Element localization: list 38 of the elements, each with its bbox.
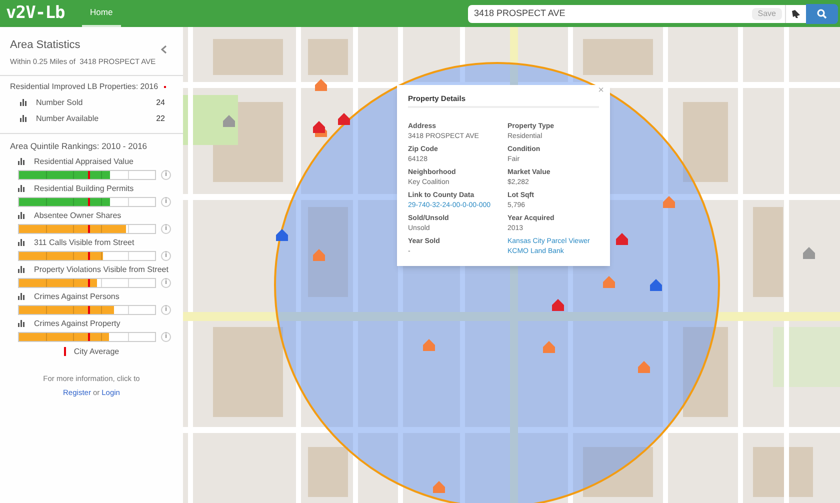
bar-chart-icon	[18, 185, 25, 192]
ranking-label: Property Violations Visible from Street	[34, 264, 168, 276]
bar-chart-icon	[18, 293, 25, 300]
search-field[interactable]: 3418 PROSPECT AVE Save	[468, 4, 838, 22]
city-average-marker	[64, 347, 66, 356]
collapse-icon[interactable]	[161, 45, 167, 54]
city-average-marker	[88, 306, 90, 314]
ranking-label: Crimes Against Property	[34, 318, 120, 330]
bar-chart-icon	[18, 320, 25, 327]
ranking-label: Absentee Owner Shares	[34, 210, 122, 222]
search-icon	[817, 8, 827, 18]
section-heading: Area Quintile Rankings: 2010 - 2016	[10, 140, 148, 152]
ranking-label: 311 Calls Visible from Street	[34, 236, 134, 248]
ranking-label: Crimes Against Persons	[34, 290, 120, 302]
bar-chart-icon	[18, 266, 25, 273]
stat-label: Number Sold	[36, 96, 83, 109]
pointer-icon[interactable]	[791, 8, 801, 18]
city-average-marker	[88, 170, 90, 178]
stat-value: 24	[156, 96, 165, 109]
bar-chart-icon	[20, 115, 27, 122]
stat-value: 22	[156, 112, 165, 125]
legend-label: City Average	[74, 346, 120, 358]
section-heading: Residential Improved LB Properties: 2016	[10, 80, 158, 93]
bar-chart-icon	[18, 212, 25, 219]
search-button[interactable]	[806, 4, 838, 24]
city-average-marker	[88, 278, 90, 286]
app-logo[interactable]: v2V-Lb	[6, 0, 78, 26]
ranking-label: Residential Building Permits	[34, 182, 134, 194]
bar-chart-icon	[18, 239, 25, 246]
city-average-marker	[88, 224, 90, 232]
stat-label: Number Available	[36, 112, 99, 125]
panel-title: Area Statistics	[10, 38, 80, 53]
bar-chart-icon	[18, 158, 25, 165]
city-average-marker	[88, 198, 90, 206]
bar-chart-icon	[20, 99, 27, 106]
city-average-marker	[88, 332, 90, 340]
city-average-marker	[88, 252, 90, 260]
ranking-label: Residential Appraised Value	[34, 156, 134, 168]
